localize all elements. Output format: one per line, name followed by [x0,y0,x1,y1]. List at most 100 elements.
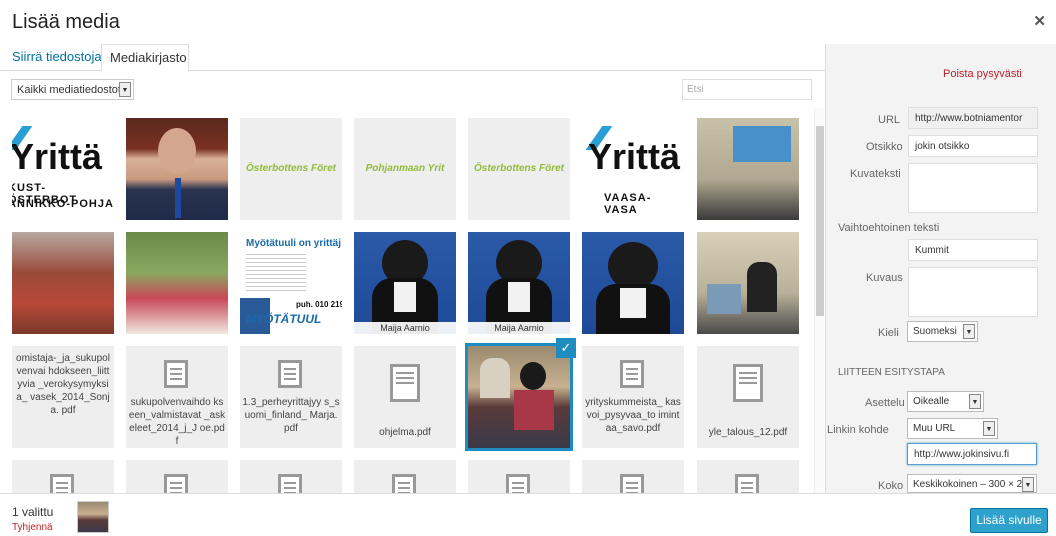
attachment-thumbnail[interactable] [240,460,342,493]
attachment-thumbnail[interactable] [126,460,228,493]
attachment-thumbnail[interactable] [12,460,114,493]
chevron-down-icon: ▼ [1022,477,1034,492]
file-name: 1.3_perheyrittajyy s_suomi_finland_ Marj… [242,397,340,434]
attachment-thumbnail[interactable] [697,232,799,334]
logo-text: Yrittä [12,136,103,177]
attachment-thumbnail[interactable]: Maija Aarnio [468,232,570,334]
attachment-details-sidebar: Poista pysyvästi URL http://www.botniame… [825,44,1056,493]
chevron-down-icon: ▼ [119,82,131,97]
attachment-thumbnail[interactable]: yle_talous_12.pdf [697,346,799,448]
tab-upload[interactable]: Siirrä tiedostoja [4,44,110,72]
title-field[interactable]: jokin otsikko [908,135,1038,157]
selected-thumbnail[interactable] [77,501,109,533]
caption-textarea[interactable] [908,163,1038,213]
link-url-field[interactable]: http://www.jokinsivu.fi [907,443,1037,465]
document-icon [735,474,759,493]
file-name: sukupolvenvaihdo kseen_valmistavat _aske… [128,397,226,447]
attachment-thumbnail[interactable]: sukupolvenvaihdo kseen_valmistavat _aske… [126,346,228,448]
alt-text-label: Vaihtoehtoinen teksti [838,222,940,234]
thumbnail-caption: Maija Aarnio [354,322,456,334]
document-icon [50,474,74,493]
link-to-label: Linkin kohde [827,424,889,436]
attachment-thumbnail[interactable]: Maija Aarnio [354,232,456,334]
selection-count: 1 valittu [12,505,54,519]
attachment-thumbnail[interactable] [582,460,684,493]
thumbnail-text: Österbottens Föret [245,163,336,174]
attachment-thumbnail[interactable]: Österbottens Föret [240,118,342,220]
attachment-thumbnail[interactable]: Yrittä KUST-ÖSTERBOT ANNIKKO-POHJA [12,118,114,220]
size-value: Keskikokoinen – 300 × 20 [913,479,1028,490]
attachment-thumbnail[interactable] [126,232,228,334]
thumbnail-caption: Maija Aarnio [468,322,570,334]
description-textarea[interactable] [908,267,1038,317]
display-settings-heading: LIITTEEN ESITYSTAPA [838,367,945,378]
close-icon[interactable]: ✕ [1033,12,1046,30]
scrollbar-thumb[interactable] [816,126,824,316]
attachment-thumbnail-selected[interactable] [465,343,573,451]
file-name: omistaja-_ja_sukupolvenvai hdokseen_liit… [16,353,110,416]
flyer-tagline: MYÖTÄTUUL [246,312,322,326]
attachment-thumbnail[interactable]: omistaja-_ja_sukupolvenvai hdokseen_liit… [12,346,114,448]
chevron-down-icon: ▼ [983,421,995,436]
attachments-grid: Yrittä KUST-ÖSTERBOT ANNIKKO-POHJA Öster… [0,108,812,493]
document-icon [620,360,644,388]
document-icon [390,364,420,402]
size-select[interactable]: Keskikokoinen – 300 × 20 ▼ [907,474,1037,493]
search-input[interactable]: Etsi [682,79,812,100]
document-icon [733,364,763,402]
size-label: Koko [878,480,904,492]
thumbnail-text: Pohjanmaan Yrit [365,163,445,174]
document-icon [164,474,188,493]
attachment-thumbnail[interactable] [697,460,799,493]
tab-media-library[interactable]: Mediakirjasto [101,44,189,72]
alignment-value: Oikealle [913,396,950,407]
alignment-label: Asettelu [865,397,905,409]
attachment-thumbnail[interactable]: Yrittä VAASA-VASA [582,118,684,220]
attachment-thumbnail[interactable]: Pohjanmaan Yrit [354,118,456,220]
attachment-thumbnail[interactable]: Österbottens Föret [468,118,570,220]
document-icon [164,360,188,388]
attachment-thumbnail[interactable] [354,460,456,493]
flyer-phone: puh. 010 2194 [296,300,342,309]
flyer-heading: Myötätuuli on yrittäj [246,238,341,249]
delete-permanently-link[interactable]: Poista pysyvästi [943,68,1022,80]
modal-title: Lisää media [12,11,120,33]
attachment-thumbnail[interactable] [697,118,799,220]
attachment-thumbnail[interactable] [582,232,684,334]
logo-text: Yrittä [588,136,681,177]
url-label: URL [878,114,901,126]
alt-text-field[interactable]: Kummit [908,239,1038,261]
title-label: Otsikko [866,141,903,153]
language-select[interactable]: Suomeksi ▼ [907,321,978,342]
document-icon [278,474,302,493]
attachment-thumbnail[interactable] [126,118,228,220]
alignment-select[interactable]: Oikealle ▼ [907,391,984,412]
attachment-thumbnail[interactable]: 1.3_perheyrittajyy s_suomi_finland_ Marj… [240,346,342,448]
language-value: Suomeksi [913,326,957,337]
attachment-thumbnail[interactable]: yrityskummeista_ kasvoi_pysyvaa_to imint… [582,346,684,448]
insert-into-page-button[interactable]: Lisää sivulle [970,508,1048,533]
media-filter-select[interactable]: Kaikki mediatiedostot ▼ [11,79,134,100]
thumbnail-text: Österbottens Föret [473,163,564,174]
file-name: yle_talous_12.pdf [708,427,788,438]
file-name: ohjelma.pdf [379,427,431,438]
document-icon [506,474,530,493]
attachment-thumbnail[interactable] [468,460,570,493]
url-field[interactable]: http://www.botniamentor [908,107,1038,129]
link-to-value: Muu URL [913,423,956,434]
document-icon [620,474,644,493]
caption-label: Kuvateksti [850,168,901,180]
checkmark-icon[interactable]: ✓ [556,338,576,358]
grid-scrollbar[interactable] [814,108,824,493]
attachment-thumbnail[interactable]: ohjelma.pdf [354,346,456,448]
link-to-select[interactable]: Muu URL ▼ [907,418,998,439]
language-label: Kieli [878,327,899,339]
clear-selection-link[interactable]: Tyhjennä [12,522,53,533]
chevron-down-icon: ▼ [969,394,981,409]
attachment-thumbnail[interactable] [12,232,114,334]
document-icon [392,474,416,493]
document-icon [278,360,302,388]
tab-bar: Siirrä tiedostoja Mediakirjasto [0,44,825,72]
attachment-thumbnail[interactable]: Myötätuuli on yrittäj puh. 010 2194 MYÖT… [240,232,342,334]
logo-subtitle: ANNIKKO-POHJA [12,198,114,210]
